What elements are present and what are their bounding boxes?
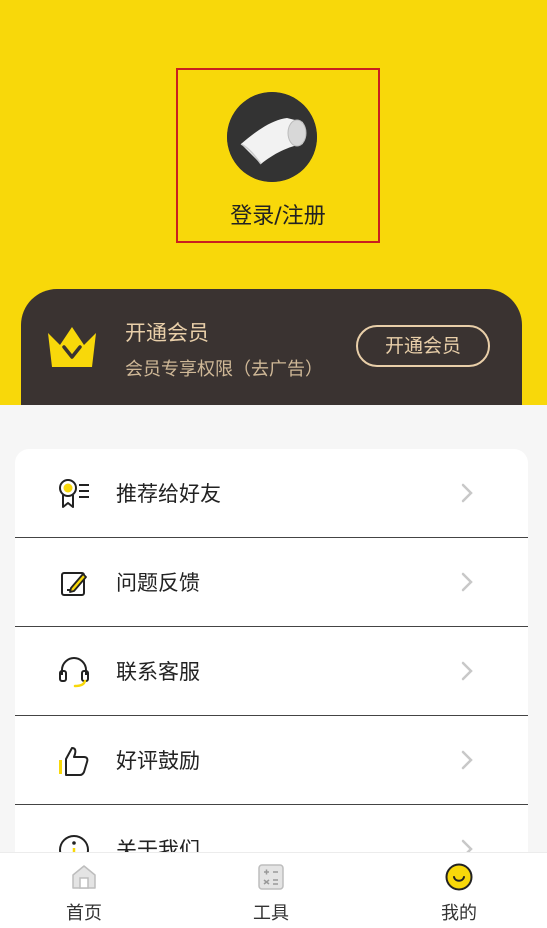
profile-header: 登录/注册 开通会员 会员专享权限（去广告） 开通会员	[0, 0, 547, 405]
headset-icon	[59, 656, 89, 688]
calculator-icon	[258, 864, 284, 890]
tab-home[interactable]: 首页	[24, 853, 144, 928]
bottom-tab-bar: 首页 工具 我的	[0, 852, 547, 928]
thumbs-up-icon	[59, 747, 89, 776]
login-area[interactable]: 登录/注册	[176, 68, 380, 243]
chevron-right-icon	[461, 661, 473, 681]
tab-label: 我的	[441, 903, 477, 924]
chevron-right-icon	[461, 483, 473, 503]
menu-label: 好评鼓励	[116, 749, 200, 773]
menu-item-about[interactable]: 关于我们	[15, 805, 528, 859]
menu-item-rate[interactable]: 好评鼓励	[15, 716, 528, 805]
menu-label: 联系客服	[116, 660, 200, 684]
crown-icon	[48, 327, 96, 367]
tab-label: 工具	[253, 903, 289, 924]
avatar[interactable]	[227, 92, 317, 182]
menu-label: 问题反馈	[116, 571, 200, 595]
menu-label: 推荐给好友	[116, 482, 221, 506]
menu-item-feedback[interactable]: 问题反馈	[15, 538, 528, 627]
recommend-icon	[59, 479, 89, 508]
tab-tools[interactable]: 工具	[211, 853, 331, 928]
open-vip-button[interactable]: 开通会员	[356, 325, 490, 367]
smile-icon	[445, 863, 473, 891]
tab-mine[interactable]: 我的	[399, 853, 519, 928]
settings-menu: 推荐给好友 问题反馈 联系客服 好评鼓励 关于我们	[15, 449, 528, 859]
menu-item-recommend[interactable]: 推荐给好友	[15, 449, 528, 538]
chevron-right-icon	[461, 572, 473, 592]
home-icon	[72, 865, 96, 889]
pipe-elbow-avatar-icon	[227, 92, 317, 182]
tab-label: 首页	[66, 903, 102, 924]
vip-subtitle: 会员专享权限（去广告）	[125, 359, 323, 380]
login-register-link[interactable]: 登录/注册	[178, 198, 378, 230]
menu-item-customer-service[interactable]: 联系客服	[15, 627, 528, 716]
chevron-right-icon	[461, 750, 473, 770]
vip-card: 开通会员 会员专享权限（去广告） 开通会员	[21, 289, 522, 405]
feedback-icon	[61, 572, 87, 596]
vip-title: 开通会员	[125, 321, 209, 345]
